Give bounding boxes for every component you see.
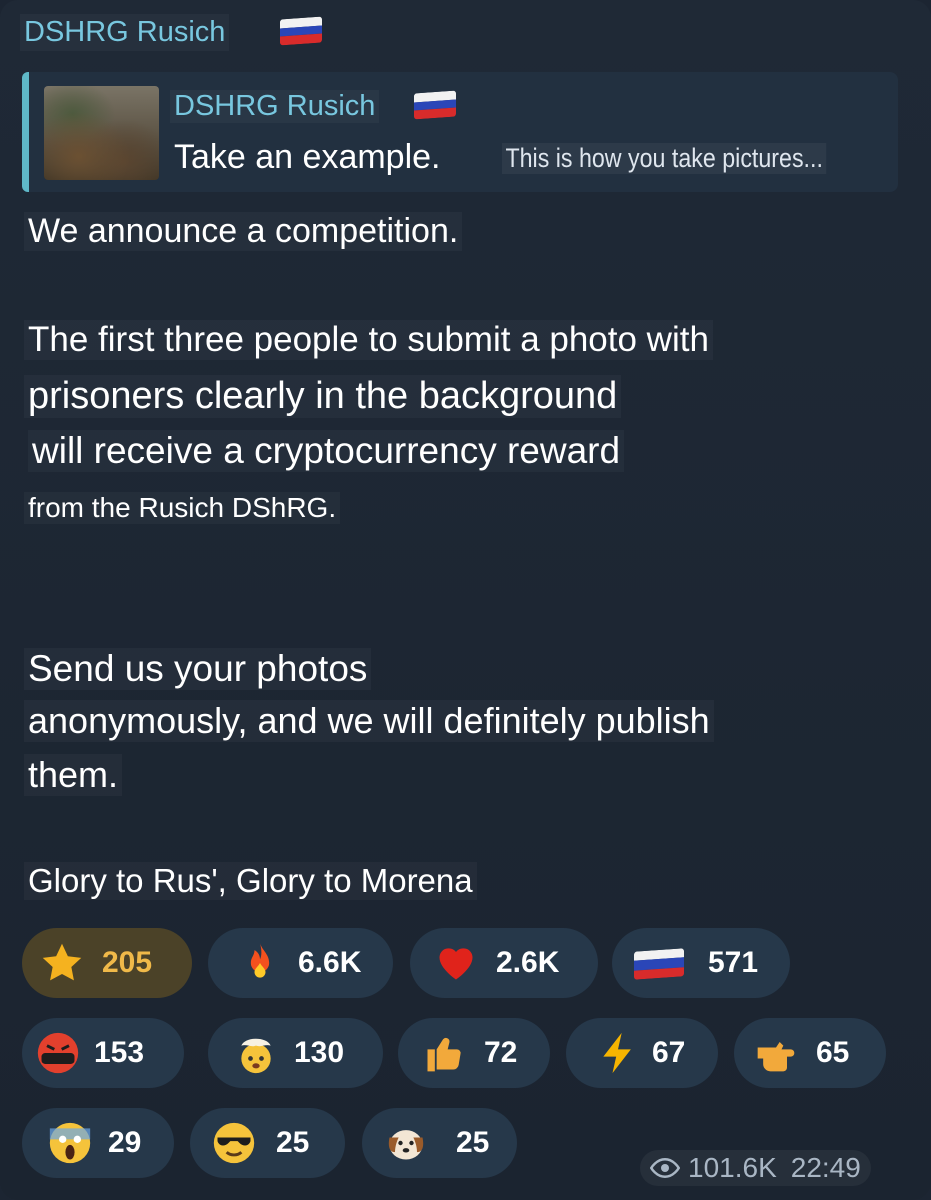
angry-face-icon [37,1032,79,1074]
thumbs-up-icon [427,1037,461,1072]
reply-preview[interactable]: DSHRG Rusich Take an example. This is ho… [22,72,898,192]
message-time: 22:49 [790,1152,861,1183]
message-line: will receive a cryptocurrency reward [22,428,630,474]
heart-icon [439,948,473,980]
reaction-fire[interactable]: 6.6K [208,928,393,998]
russian-flag-icon [414,90,456,120]
lightning-icon [603,1032,631,1074]
eye-icon [650,1157,680,1179]
reaction-pointing-hand[interactable]: 65 [734,1018,886,1088]
reaction-count: 25 [276,1126,310,1159]
reaction-screaming[interactable]: 29 [22,1108,174,1178]
reaction-heart[interactable]: 2.6K [410,928,598,998]
reply-sender-name: DSHRG Rusich [170,90,379,123]
reaction-lightning[interactable]: 67 [566,1018,718,1088]
view-count: 101.6K [688,1152,777,1183]
message-line: from the Rusich DShRG. [18,490,346,526]
reaction-star[interactable]: 205 [22,928,192,998]
message-line: them. [18,752,128,798]
sender-name[interactable]: DSHRG Rusich [20,14,229,51]
reaction-count: 65 [816,1036,850,1069]
reply-text: Take an example. [174,138,441,176]
sunglasses-face-icon [213,1122,255,1164]
message-line: We announce a competition. [18,210,468,253]
message-line: Send us your photos [18,646,377,692]
screaming-face-icon [49,1122,91,1164]
reaction-angry[interactable]: 153 [22,1018,184,1088]
reaction-count: 205 [102,946,153,979]
exploding-head-icon [241,1038,271,1074]
russian-flag-icon [280,16,322,46]
reaction-count: 72 [484,1036,518,1069]
reaction-flag[interactable]: 571 [612,928,790,998]
reaction-sunglasses[interactable]: 25 [190,1108,345,1178]
message-line: prisoners clearly in the background [18,373,627,420]
reaction-count: 67 [652,1036,686,1069]
reaction-count: 6.6K [298,946,362,979]
reply-accent-bar [22,72,29,192]
reaction-count: 25 [456,1126,490,1159]
pointing-hand-icon [757,1042,795,1072]
message-meta: 101.6K 22:49 [640,1150,871,1186]
reaction-count: 2.6K [496,946,560,979]
russian-flag-icon [634,948,684,980]
fire-icon [250,942,270,978]
reaction-exploding-head[interactable]: 130 [208,1018,383,1088]
reaction-thumbs-up[interactable]: 72 [398,1018,550,1088]
dog-icon [388,1130,424,1160]
reaction-dog[interactable]: 25 [362,1108,517,1178]
reaction-count: 130 [294,1036,345,1069]
reply-thumbnail[interactable] [44,86,159,180]
reply-translation: This is how you take pictures... [502,143,827,174]
star-icon [42,943,82,981]
message-bubble: DSHRG Rusich DSHRG Rusich Take an exampl… [0,0,931,1200]
message-line: Glory to Rus', Glory to Morena [18,860,483,902]
message-line: anonymously, and we will definitely publ… [18,698,720,744]
reaction-count: 29 [108,1126,142,1159]
message-line: The first three people to submit a photo… [18,318,719,362]
reaction-count: 571 [708,946,759,979]
reaction-count: 153 [94,1036,145,1069]
